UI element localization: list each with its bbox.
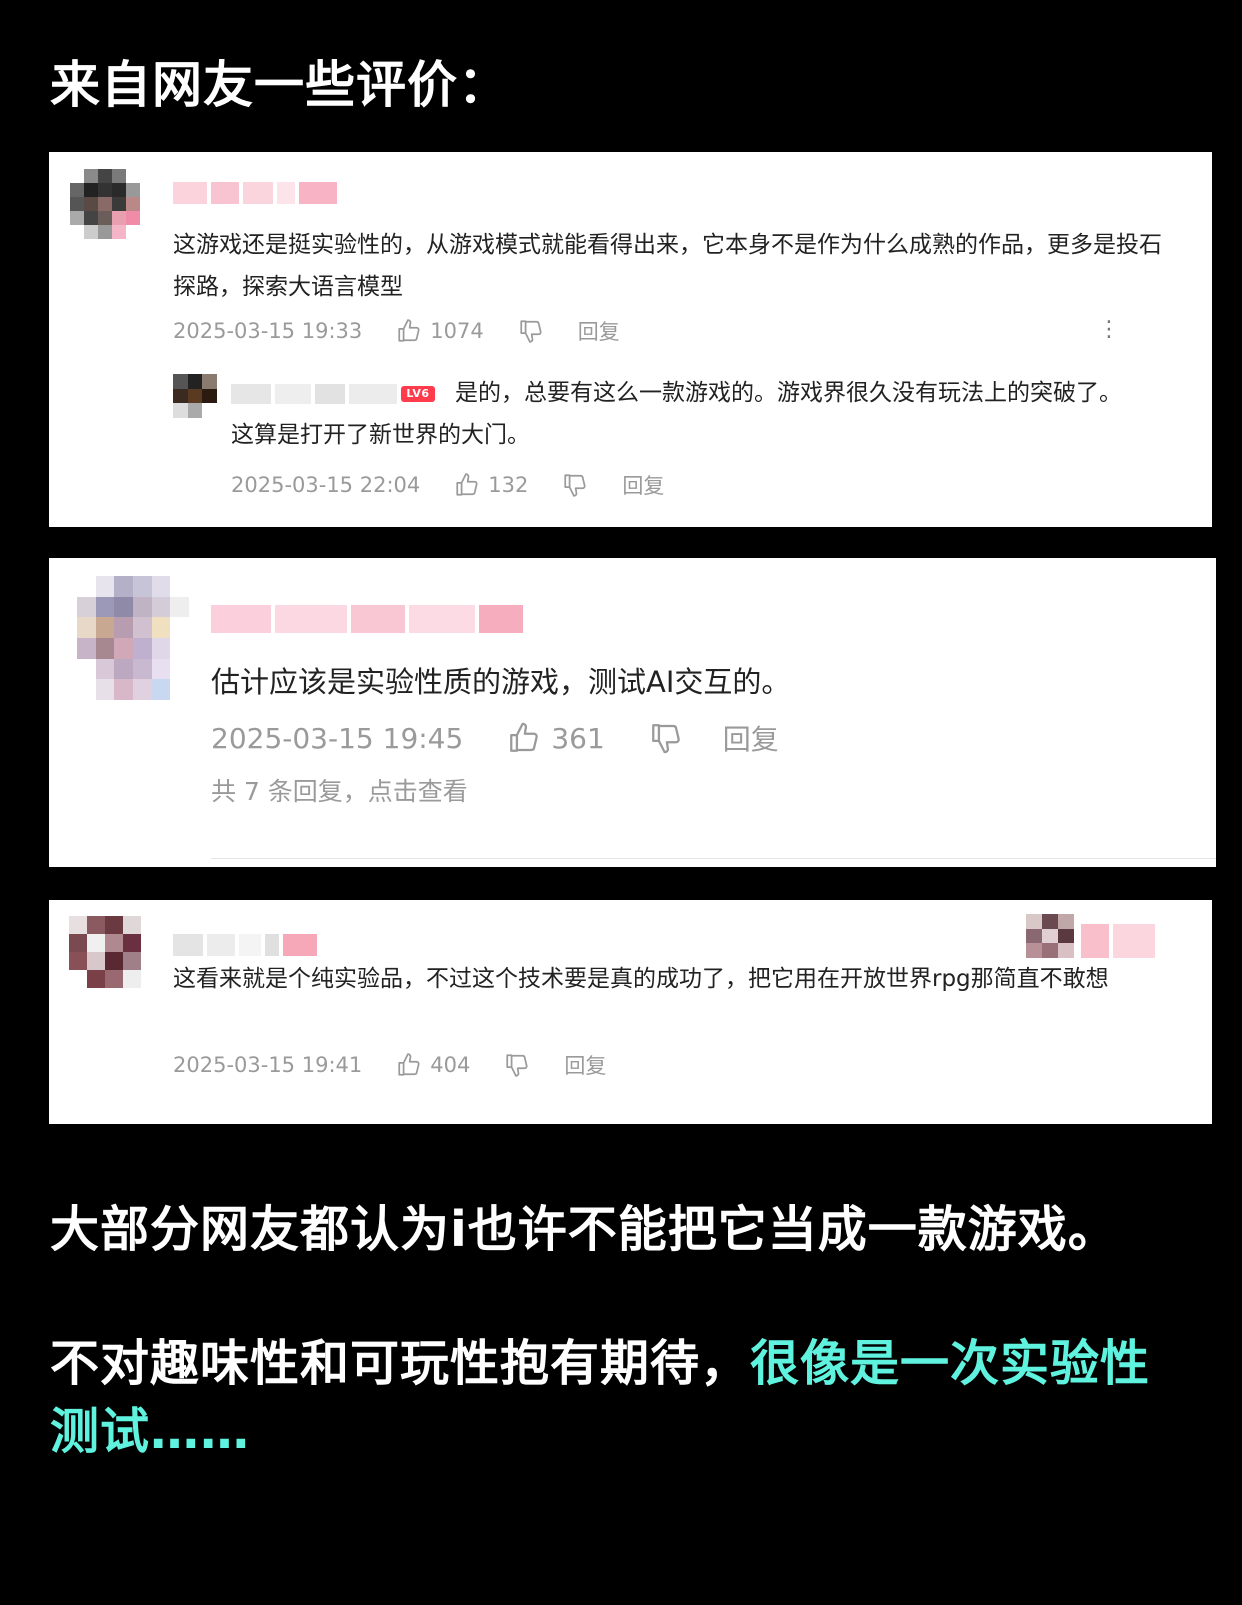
decoration-badge xyxy=(1026,914,1074,958)
thumbs-up-icon[interactable] xyxy=(396,1052,422,1078)
thumbs-down-icon[interactable] xyxy=(649,721,683,755)
thumbs-down-icon[interactable] xyxy=(518,318,544,344)
comment-text: 估计应该是实验性质的游戏，测试AI交互的。 xyxy=(211,665,791,699)
username[interactable] xyxy=(173,934,317,956)
like-count: 1074 xyxy=(430,319,484,343)
page-heading: 来自网友一些评价： xyxy=(50,56,509,114)
like-count: 361 xyxy=(551,721,605,755)
comment-card: 这看来就是个纯实验品，不过这个技术要是真的成功了，把它用在开放世界rpg那简直不… xyxy=(49,900,1212,1124)
comment-text: 这看来就是个纯实验品，不过这个技术要是真的成功了，把它用在开放世界rpg那简直不… xyxy=(173,966,1109,992)
comment-date: 2025-03-15 19:45 xyxy=(211,721,464,755)
comment-text: 这游戏还是挺实验性的，从游戏模式就能看得出来，它本身不是作为什么成熟的作品，更多… xyxy=(173,232,1162,300)
more-icon[interactable]: ⋮ xyxy=(1098,319,1120,341)
username[interactable] xyxy=(211,605,523,633)
like-count: 404 xyxy=(430,1053,471,1077)
reply-date: 2025-03-15 22:04 xyxy=(231,473,421,497)
reply-avatar[interactable] xyxy=(173,374,217,418)
summary-text: 不对趣味性和可玩性抱有期待， xyxy=(50,1335,751,1392)
reply-button[interactable]: 回复 xyxy=(564,1050,606,1080)
username[interactable] xyxy=(173,182,337,204)
comment-meta: 2025-03-15 19:41 404 回复 xyxy=(173,1050,606,1080)
thumbs-up-icon[interactable] xyxy=(507,721,541,755)
avatar[interactable] xyxy=(69,916,141,988)
reply-button[interactable]: 回复 xyxy=(622,470,664,500)
comment-card: 这游戏还是挺实验性的，从游戏模式就能看得出来，它本身不是作为什么成熟的作品，更多… xyxy=(49,152,1212,527)
view-replies-text: 共 7 条回复，点击查看 xyxy=(211,777,468,806)
avatar[interactable] xyxy=(77,576,189,700)
summary-line-2: 不对趣味性和可玩性抱有期待，很像是一次实验性测试…… xyxy=(50,1330,1200,1466)
view-replies-link[interactable]: 共 7 条回复，点击查看 xyxy=(211,772,468,808)
reply-meta: 2025-03-15 22:04 132 回复 xyxy=(231,470,664,500)
comment-meta: 2025-03-15 19:45 361 回复 xyxy=(211,718,779,758)
comment-date: 2025-03-15 19:41 xyxy=(173,1053,363,1077)
comment-meta: 2025-03-15 19:33 1074 回复 xyxy=(173,316,620,346)
thumbs-up-icon[interactable] xyxy=(396,318,422,344)
like-count: 132 xyxy=(488,473,529,497)
thumbs-down-icon[interactable] xyxy=(562,472,588,498)
comment-date: 2025-03-15 19:33 xyxy=(173,319,363,343)
thumbs-down-icon[interactable] xyxy=(504,1052,530,1078)
avatar[interactable] xyxy=(70,169,140,239)
comment-card: 估计应该是实验性质的游戏，测试AI交互的。 2025-03-15 19:45 3… xyxy=(49,558,1216,867)
reply-button[interactable]: 回复 xyxy=(723,718,779,758)
reply-text: 是的，总要有这么一款游戏的。游戏界很久没有玩法上的突破了。这算是打开了新世界的大… xyxy=(231,380,1122,448)
summary-line-1: 大部分网友都认为i也许不能把它当成一款游戏。 xyxy=(50,1201,1118,1258)
thumbs-up-icon[interactable] xyxy=(454,472,480,498)
reply-button[interactable]: 回复 xyxy=(578,316,620,346)
divider xyxy=(211,858,1216,859)
decoration-label xyxy=(1081,924,1155,958)
